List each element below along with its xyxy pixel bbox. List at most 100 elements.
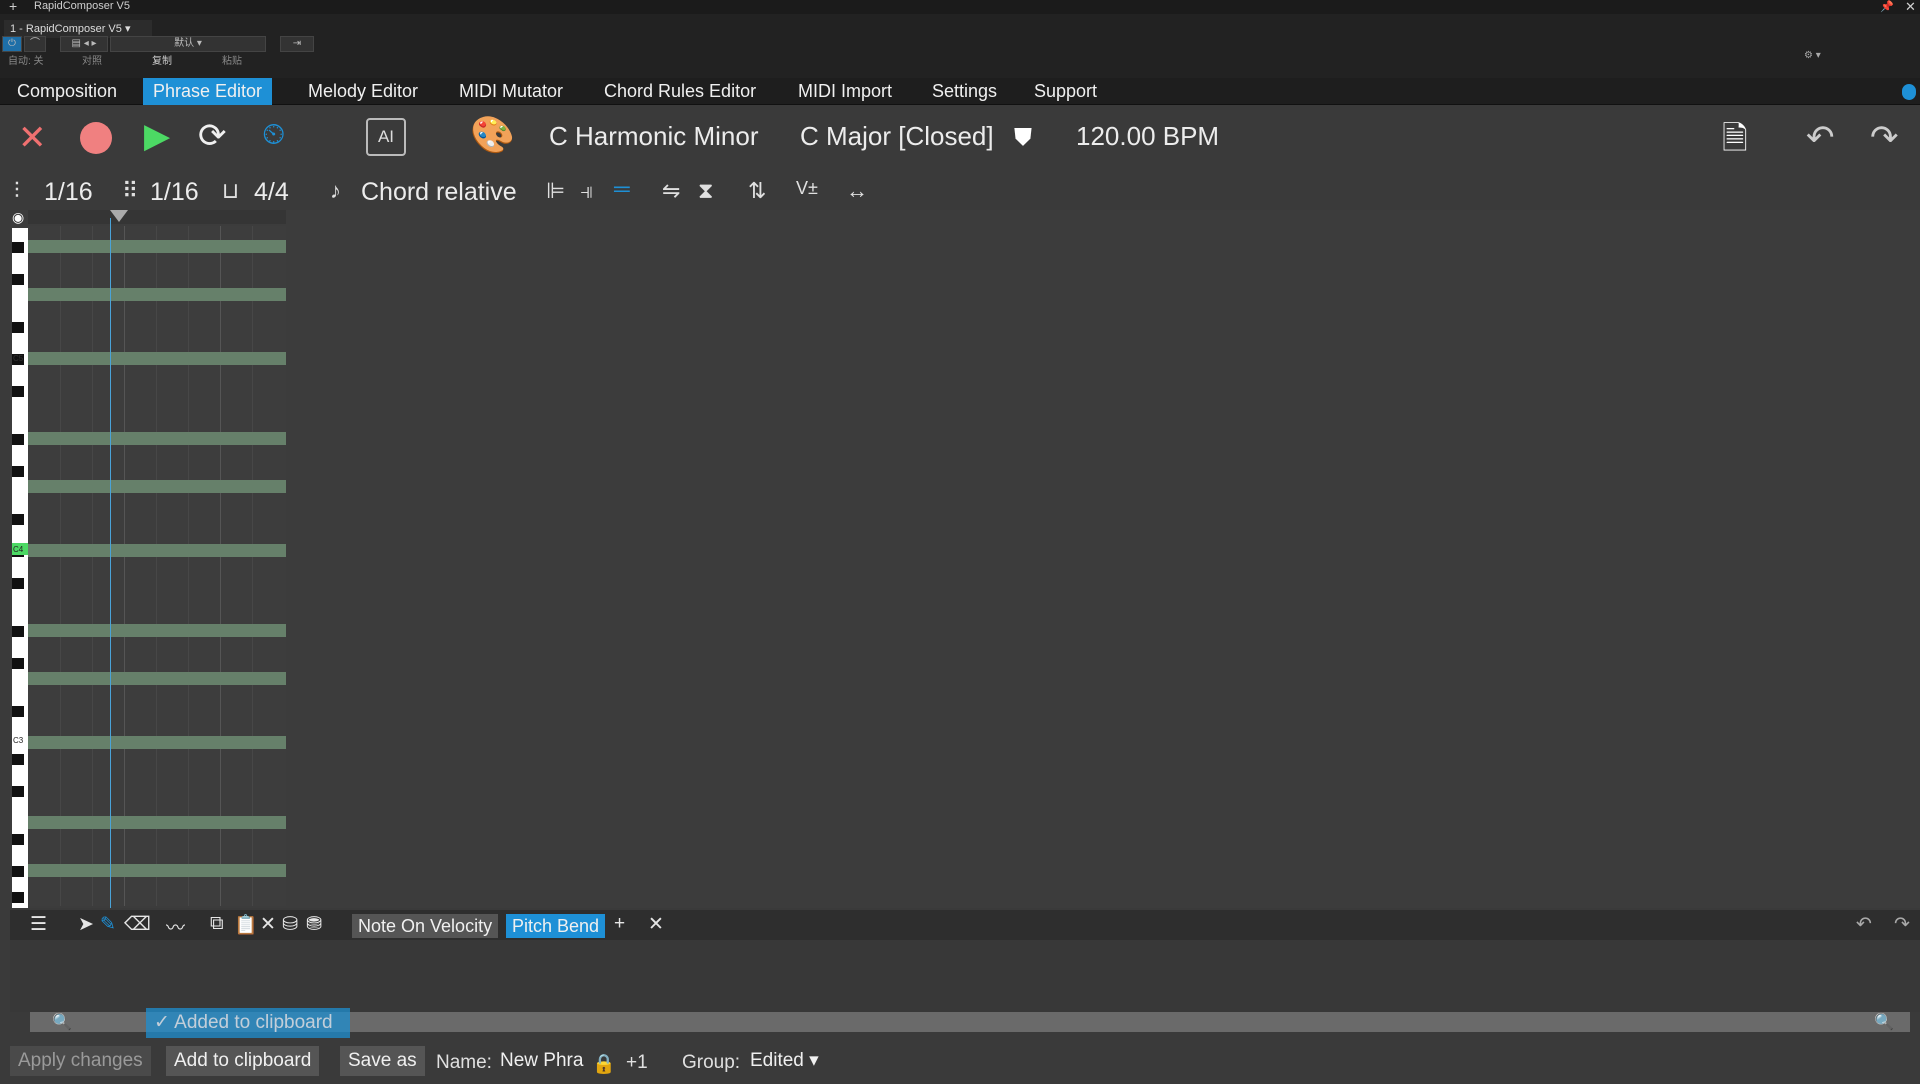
tempo-display[interactable]: 120.00 BPM: [1076, 121, 1219, 152]
play-button[interactable]: ▶: [144, 116, 170, 156]
preset-selector[interactable]: 默认 ▾: [110, 36, 266, 52]
velocity-icon[interactable]: V±: [796, 178, 818, 199]
grid-icon[interactable]: ⠿: [122, 178, 138, 204]
pin-icon[interactable]: 📌: [1880, 0, 1894, 13]
pencil-icon[interactable]: ✎: [100, 913, 116, 936]
tab-pitch-bend[interactable]: Pitch Bend: [506, 914, 606, 938]
paste-icon[interactable]: 📋: [234, 913, 258, 937]
tab-note-on-velocity[interactable]: Note On Velocity: [352, 914, 499, 938]
chord-mode-selector[interactable]: Chord relative: [361, 178, 517, 207]
chord-selector[interactable]: C Major [Closed]: [800, 121, 994, 152]
quantize-icon[interactable]: ⫶: [14, 178, 20, 204]
add-layer-icon[interactable]: ⛁: [282, 913, 298, 936]
black-key[interactable]: [12, 658, 24, 669]
close-phrase-icon[interactable]: ✕: [18, 118, 47, 158]
menu-chord-rules-editor[interactable]: Chord Rules Editor: [594, 78, 766, 105]
black-key[interactable]: [12, 434, 24, 445]
pair-label[interactable]: 对照: [82, 52, 102, 67]
align-right-icon[interactable]: ⫣: [580, 178, 593, 204]
paste-label[interactable]: 粘贴: [222, 52, 242, 67]
menu-icon[interactable]: ☰: [30, 913, 47, 936]
gear-icon[interactable]: ⚙ ▾: [1804, 50, 1821, 61]
black-key[interactable]: [12, 578, 24, 589]
apply-changes-button[interactable]: Apply changes: [10, 1046, 151, 1076]
piano-keyboard[interactable]: C5 C4 C3: [12, 228, 28, 908]
layers-icon[interactable]: ⛃: [306, 913, 322, 936]
copy-icon[interactable]: ⧉: [210, 913, 224, 935]
auto-label[interactable]: 自动: 关: [8, 52, 44, 67]
black-key[interactable]: [12, 866, 24, 877]
mirror-horizontal-icon[interactable]: ⇋: [662, 178, 680, 204]
black-key[interactable]: [12, 706, 24, 717]
bypass-button[interactable]: ⇥: [280, 36, 314, 52]
copy-label[interactable]: 复制: [152, 52, 172, 67]
add-tab-icon[interactable]: +: [614, 913, 625, 935]
controller-redo-icon[interactable]: ↷: [1894, 913, 1910, 936]
save-as-button[interactable]: Save as: [340, 1046, 425, 1076]
zoom-out-icon[interactable]: 🔍: [52, 1012, 72, 1032]
menu-midi-mutator[interactable]: MIDI Mutator: [449, 78, 573, 105]
close-icon[interactable]: ✕: [1905, 0, 1916, 15]
eraser-icon[interactable]: ⌫: [124, 913, 151, 936]
menu-midi-import[interactable]: MIDI Import: [788, 78, 902, 105]
zoom-in-icon[interactable]: 🔍: [1874, 1012, 1894, 1032]
playhead-marker[interactable]: [110, 210, 128, 222]
black-key[interactable]: [12, 242, 24, 253]
curve-icon[interactable]: 〰: [166, 913, 185, 940]
add-icon[interactable]: +: [9, 0, 17, 14]
align-left-icon[interactable]: ⊫: [546, 178, 565, 204]
scale-selector[interactable]: C Harmonic Minor: [549, 121, 759, 152]
add-to-clipboard-button[interactable]: Add to clipboard: [166, 1046, 320, 1076]
compare-button[interactable]: ⌒: [24, 36, 46, 52]
database-icon[interactable]: [1902, 84, 1916, 100]
black-key[interactable]: [12, 386, 24, 397]
black-key[interactable]: [12, 892, 24, 903]
black-key[interactable]: [12, 466, 24, 477]
shield-icon[interactable]: ⛊: [1014, 124, 1032, 152]
name-increment-button[interactable]: +1: [626, 1052, 648, 1074]
menu-support[interactable]: Support: [1024, 78, 1107, 105]
redo-icon[interactable]: ↷: [1870, 118, 1899, 158]
grid-value[interactable]: 1/16: [150, 178, 199, 207]
controller-lane[interactable]: [10, 940, 1920, 1012]
black-key[interactable]: [12, 626, 24, 637]
legato-icon[interactable]: ═: [614, 176, 630, 202]
phrase-name-field[interactable]: New Phra: [494, 1046, 590, 1076]
black-key[interactable]: [12, 322, 24, 333]
time-signature-value[interactable]: 4/4: [254, 178, 289, 207]
menu-composition[interactable]: Composition: [7, 78, 127, 105]
palette-icon[interactable]: 🎨: [470, 114, 515, 156]
quantize-value[interactable]: 1/16: [44, 178, 93, 207]
black-key[interactable]: [12, 786, 24, 797]
metronome-icon[interactable]: ⏲: [262, 118, 285, 152]
power-button[interactable]: ⏻: [2, 36, 22, 52]
preset-nav-button[interactable]: ▤ ◂ ▸: [60, 36, 108, 52]
menu-phrase-editor[interactable]: Phrase Editor: [143, 78, 273, 105]
controller-undo-icon[interactable]: ↶: [1856, 913, 1872, 936]
timeline-ruler[interactable]: [28, 210, 286, 224]
delete-icon[interactable]: ✕: [260, 913, 276, 936]
black-key[interactable]: [12, 514, 24, 525]
select-arrow-icon[interactable]: ➤: [78, 913, 94, 936]
loop-icon[interactable]: ⟳: [198, 116, 227, 156]
camera-icon[interactable]: ◉: [12, 209, 24, 226]
piano-roll-area[interactable]: [10, 210, 1920, 908]
undo-icon[interactable]: ↶: [1806, 118, 1835, 158]
black-key[interactable]: [12, 274, 24, 285]
transpose-icon[interactable]: ⇅: [748, 178, 766, 204]
note-icon[interactable]: ♪: [330, 178, 341, 204]
note-grid[interactable]: [28, 226, 286, 906]
lock-icon[interactable]: 🔒: [592, 1052, 616, 1076]
black-key[interactable]: [12, 754, 24, 765]
time-signature-icon[interactable]: ⊔: [222, 178, 239, 204]
menu-settings[interactable]: Settings: [922, 78, 1007, 105]
stretch-icon[interactable]: ↔: [846, 178, 868, 204]
record-button[interactable]: [80, 122, 112, 154]
music-file-icon[interactable]: 🗎: [1722, 116, 1748, 170]
black-key[interactable]: [12, 834, 24, 845]
group-selector[interactable]: Edited ▾: [744, 1046, 825, 1076]
menu-melody-editor[interactable]: Melody Editor: [298, 78, 428, 105]
ai-chip-icon[interactable]: AI: [366, 118, 406, 156]
mirror-vertical-icon[interactable]: ⧗: [698, 178, 713, 204]
close-tab-icon[interactable]: ✕: [648, 913, 664, 936]
